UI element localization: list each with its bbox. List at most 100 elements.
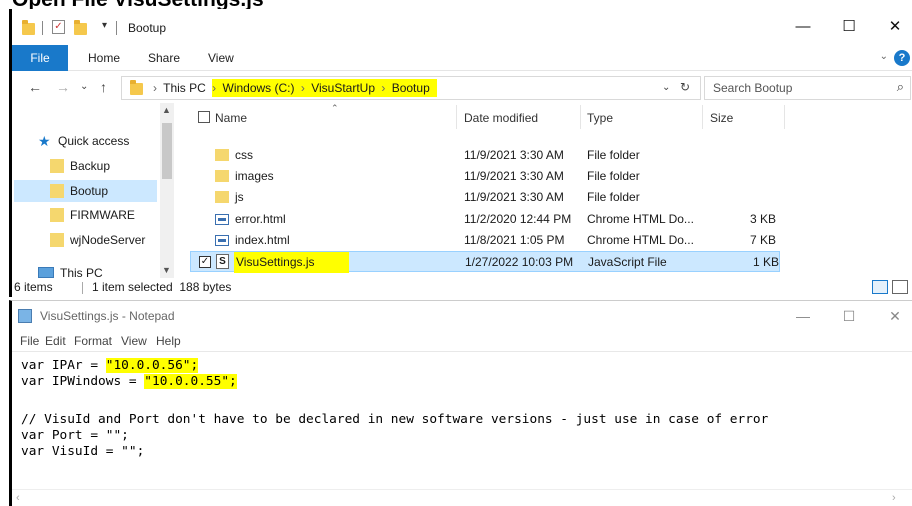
search-box[interactable]: Search Bootup ⌕ [704, 76, 911, 100]
folder-icon [215, 149, 229, 161]
table-row[interactable]: js 11/9/2021 3:30 AM File folder [190, 187, 780, 208]
folder-icon [50, 233, 64, 247]
navigation-pane: ★ Quick access Backup Bootup FIRMWARE wj… [12, 103, 177, 280]
column-type[interactable]: Type [587, 103, 613, 133]
divider [580, 105, 581, 129]
crumb-drive[interactable]: Windows (C:) [223, 81, 295, 95]
js-file-icon: S [216, 254, 229, 269]
minimize-button[interactable]: — [780, 302, 826, 330]
select-all-checkbox[interactable] [198, 111, 210, 123]
column-name[interactable]: Name [215, 103, 247, 133]
chevron-right-icon: › [300, 81, 305, 95]
close-button[interactable]: ✕ [872, 302, 912, 330]
breadcrumb: › This PC › Windows (C:) › VisuStartUp ›… [153, 77, 440, 99]
table-row-selected[interactable]: ✓ S VisuSettings.js 1/27/2022 10:03 PM J… [190, 251, 780, 273]
code-line: var IPAr = "10.0.0.56"; [21, 358, 199, 373]
html-file-icon [215, 235, 229, 246]
window-title: VisuSettings.js - Notepad [40, 309, 175, 323]
crumb-this-pc[interactable]: This PC [163, 81, 206, 95]
divider [456, 105, 457, 129]
code-line: var IPWindows = "10.0.0.55"; [21, 374, 237, 389]
text-editor[interactable]: var IPAr = "10.0.0.56"; var IPWindows = … [12, 351, 912, 489]
menu-help[interactable]: Help [156, 331, 181, 351]
scroll-thumb[interactable] [162, 123, 172, 179]
refresh-icon[interactable]: ↻ [680, 80, 690, 94]
help-icon[interactable]: ? [894, 50, 910, 66]
chevron-right-icon: › [153, 81, 157, 95]
forward-arrow-icon[interactable]: → [56, 79, 70, 95]
address-bar[interactable]: › This PC › Windows (C:) › VisuStartUp ›… [121, 76, 701, 100]
chevron-right-icon: › [381, 81, 386, 95]
nav-item-bootup[interactable]: Bootup [14, 180, 157, 202]
menu-format[interactable]: Format [74, 331, 112, 351]
file-explorer-window: ✓ ▾ Bootup — ☐ ✕ File Home Share View ⌄ … [9, 9, 912, 297]
tab-share[interactable]: Share [148, 45, 180, 71]
maximize-button[interactable]: ☐ [826, 302, 872, 330]
table-row[interactable]: index.html 11/8/2021 1:05 PM Chrome HTML… [190, 230, 780, 251]
code-line: var Port = ""; [21, 428, 129, 443]
address-row: ← → ⌄ ↑ › This PC › Windows (C:) › VisuS… [12, 71, 912, 103]
tab-file[interactable]: File [12, 45, 68, 71]
customize-toolbar-icon[interactable]: ▾ [102, 20, 107, 31]
code-line: var VisuId = ""; [21, 444, 145, 459]
row-checkbox[interactable]: ✓ [199, 256, 211, 268]
table-row[interactable]: images 11/9/2021 3:30 AM File folder [190, 166, 780, 187]
folder-icon [50, 184, 64, 198]
scroll-left-icon[interactable]: ‹ [16, 492, 20, 504]
properties-icon[interactable]: ✓ [52, 20, 65, 34]
nav-scrollbar[interactable]: ▲ ▼ [160, 103, 174, 279]
crumb-visustartup[interactable]: VisuStartUp [311, 81, 375, 95]
ribbon: File Home Share View ⌄ ? [12, 45, 912, 71]
code-line: // VisuId and Port don't have to be decl… [21, 412, 769, 427]
divider [82, 282, 83, 294]
chevron-right-icon: › [212, 81, 217, 95]
table-row[interactable]: css 11/9/2021 3:30 AM File folder [190, 145, 780, 166]
crumb-bootup[interactable]: Bootup [392, 81, 430, 95]
chevron-down-icon[interactable]: ⌄ [662, 82, 670, 93]
scroll-up-icon[interactable]: ▲ [162, 105, 171, 115]
menu-file[interactable]: File [20, 331, 39, 351]
up-arrow-icon[interactable]: ↑ [100, 79, 107, 95]
computer-icon [38, 267, 54, 278]
large-icons-view-icon[interactable] [892, 280, 908, 294]
column-date-modified[interactable]: Date modified [464, 103, 538, 133]
search-icon: ⌕ [896, 79, 904, 94]
menu-bar: File Edit Format View Help [12, 331, 912, 351]
menu-view[interactable]: View [121, 331, 147, 351]
folder-icon [22, 20, 35, 35]
nav-item-wjnodeserver[interactable]: wjNodeServer [14, 229, 157, 251]
notepad-titlebar: VisuSettings.js - Notepad — ☐ ✕ [12, 301, 912, 331]
notepad-icon [18, 309, 32, 323]
tab-view[interactable]: View [208, 45, 234, 71]
horizontal-scrollbar[interactable]: ‹ › [12, 489, 912, 506]
nav-item-firmware[interactable]: FIRMWARE [14, 204, 157, 226]
back-arrow-icon[interactable]: ← [28, 79, 42, 95]
notepad-window: VisuSettings.js - Notepad — ☐ ✕ File Edi… [9, 300, 912, 506]
scroll-right-icon[interactable]: › [892, 492, 896, 504]
minimize-button[interactable]: — [780, 13, 826, 41]
maximize-button[interactable]: ☐ [826, 13, 872, 41]
divider [784, 105, 785, 129]
menu-edit[interactable]: Edit [45, 331, 66, 351]
new-folder-icon[interactable] [74, 20, 87, 35]
ip-ar-value: "10.0.0.56"; [105, 358, 199, 373]
folder-icon [215, 191, 229, 203]
tab-home[interactable]: Home [88, 45, 120, 71]
item-count: 6 items [14, 280, 53, 294]
selection-info: 1 item selected 188 bytes [92, 280, 232, 294]
search-input[interactable]: Search Bootup [713, 81, 792, 95]
explorer-titlebar: ✓ ▾ Bootup — ☐ ✕ [12, 9, 912, 45]
folder-icon [50, 208, 64, 222]
table-row[interactable]: error.html 11/2/2020 12:44 PM Chrome HTM… [190, 209, 780, 230]
star-icon: ★ [38, 133, 51, 149]
expand-ribbon-icon[interactable]: ⌄ [880, 51, 888, 62]
nav-item-backup[interactable]: Backup [14, 155, 157, 177]
sort-up-icon: ⌃ [331, 103, 339, 113]
divider [702, 105, 703, 129]
details-view-icon[interactable] [872, 280, 888, 294]
recent-locations-icon[interactable]: ⌄ [80, 81, 88, 92]
close-button[interactable]: ✕ [872, 13, 912, 41]
column-size[interactable]: Size [710, 103, 733, 133]
nav-quick-access[interactable]: ★ Quick access [14, 130, 157, 152]
scroll-down-icon[interactable]: ▼ [162, 265, 171, 275]
